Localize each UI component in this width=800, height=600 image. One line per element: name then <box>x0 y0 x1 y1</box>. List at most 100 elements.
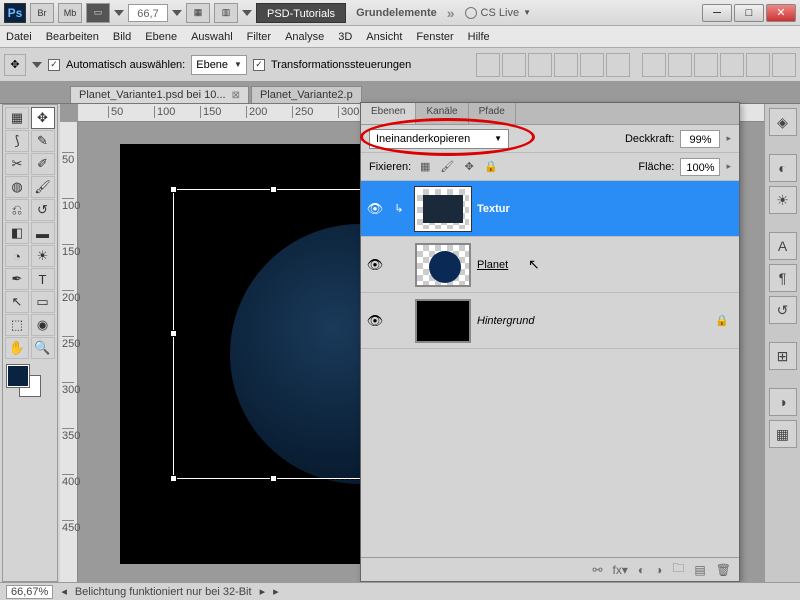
opacity-field[interactable]: 99% <box>680 130 720 148</box>
swatch-dock-icon[interactable]: ▦ <box>769 420 797 448</box>
align-button[interactable] <box>606 53 630 77</box>
adjust-dock-icon[interactable]: ☀ <box>769 186 797 214</box>
transform-handle[interactable] <box>170 475 177 482</box>
visibility-icon[interactable]: 👁 <box>361 313 389 329</box>
lock-transparent-icon[interactable]: ▦ <box>417 159 433 175</box>
paragraph-dock-icon[interactable]: ¶ <box>769 264 797 292</box>
new-layer-icon[interactable]: ▤ <box>694 563 705 577</box>
arrange-button[interactable]: ▥ <box>214 3 238 23</box>
color-dock-icon[interactable]: ◐ <box>769 154 797 182</box>
menu-filter[interactable]: Filter <box>247 31 271 43</box>
distribute-button[interactable] <box>668 53 692 77</box>
minimize-button[interactable]: ─ <box>702 4 732 22</box>
delete-icon[interactable]: 🗑 <box>716 563 731 577</box>
distribute-button[interactable] <box>720 53 744 77</box>
eraser-tool[interactable]: ◧ <box>5 222 29 244</box>
layer-thumbnail[interactable] <box>415 243 471 287</box>
minibridge-button[interactable]: Mb <box>58 3 82 23</box>
menu-ebene[interactable]: Ebene <box>145 31 177 43</box>
menu-datei[interactable]: Datei <box>6 31 32 43</box>
nav-dock-icon[interactable]: ⊞ <box>769 342 797 370</box>
eyedropper-tool[interactable]: ✐ <box>31 153 55 175</box>
transform-handle[interactable] <box>270 186 277 193</box>
char-dock-icon[interactable]: A <box>769 232 797 260</box>
path-tool[interactable]: ↖ <box>5 291 29 313</box>
visibility-icon[interactable]: 👁 <box>361 201 389 217</box>
dropdown-icon[interactable] <box>242 10 252 16</box>
crop-tool[interactable]: ✂ <box>5 153 29 175</box>
visibility-icon[interactable]: 👁 <box>361 257 389 273</box>
tab-ebenen[interactable]: Ebenen <box>361 103 416 124</box>
lock-all-icon[interactable]: 🔒 <box>483 159 499 175</box>
close-icon[interactable]: ⊠ <box>232 90 240 101</box>
transform-bounding-box[interactable] <box>173 189 373 479</box>
blend-mode-combo[interactable]: Ineinanderkopieren ▼ <box>369 129 509 149</box>
healing-tool[interactable]: ◍ <box>5 176 29 198</box>
pen-tool[interactable]: ✒ <box>5 268 29 290</box>
view-extras-button[interactable]: ▦ <box>186 3 210 23</box>
hand-tool[interactable]: ✋ <box>5 337 29 359</box>
layer-thumbnail[interactable] <box>415 299 471 343</box>
gradient-tool[interactable]: ▬ <box>31 222 55 244</box>
maximize-button[interactable]: □ <box>734 4 764 22</box>
type-tool[interactable]: T <box>31 268 55 290</box>
menu-3d[interactable]: 3D <box>338 31 352 43</box>
menu-fenster[interactable]: Fenster <box>416 31 453 43</box>
transform-handle[interactable] <box>270 475 277 482</box>
auto-select-checkbox[interactable]: ✓ <box>48 59 60 71</box>
distribute-button[interactable] <box>746 53 770 77</box>
screen-mode-button[interactable]: ▭ <box>86 3 110 23</box>
status-nav-icon[interactable]: ▸ <box>260 585 266 598</box>
align-button[interactable] <box>528 53 552 77</box>
menu-bearbeiten[interactable]: Bearbeiten <box>46 31 99 43</box>
align-button[interactable] <box>502 53 526 77</box>
marquee-tool[interactable]: ✥ <box>31 107 55 129</box>
layer-name[interactable]: Planet <box>477 259 508 271</box>
stamp-tool[interactable]: ⎌ <box>5 199 29 221</box>
move-tool[interactable]: ▦ <box>5 107 29 129</box>
menu-auswahl[interactable]: Auswahl <box>191 31 233 43</box>
adjustment-icon[interactable]: ◑ <box>655 563 662 577</box>
layer-row[interactable]: 👁 Planet <box>361 237 739 293</box>
layer-row[interactable]: 👁 ↳ Textur <box>361 181 739 237</box>
lock-position-icon[interactable]: ✥ <box>461 159 477 175</box>
menu-ansicht[interactable]: Ansicht <box>366 31 402 43</box>
tab-pfade[interactable]: Pfade <box>469 103 516 124</box>
transform-handle[interactable] <box>170 330 177 337</box>
align-button[interactable] <box>554 53 578 77</box>
align-button[interactable] <box>580 53 604 77</box>
transform-handle[interactable] <box>170 186 177 193</box>
status-menu-icon[interactable]: ▸ <box>273 585 279 598</box>
distribute-button[interactable] <box>772 53 796 77</box>
cs-live-button[interactable]: CS Live ▼ <box>459 7 537 19</box>
color-swatches[interactable] <box>5 365 55 401</box>
zoom-field[interactable]: 66,7 <box>128 4 168 22</box>
tab-kanaele[interactable]: Kanäle <box>416 103 468 124</box>
lock-pixels-icon[interactable]: 🖌 <box>439 159 455 175</box>
close-button[interactable]: ✕ <box>766 4 796 22</box>
layers-dock-icon[interactable]: ◈ <box>769 108 797 136</box>
link-icon[interactable]: ⚯ <box>592 563 602 577</box>
brush-tool[interactable]: 🖌 <box>31 176 55 198</box>
zoom-tool[interactable]: 🔍 <box>31 337 55 359</box>
menu-hilfe[interactable]: Hilfe <box>468 31 490 43</box>
group-icon[interactable]: 🗀 <box>672 559 684 580</box>
workspace-button[interactable]: PSD-Tutorials <box>256 3 346 23</box>
fx-icon[interactable]: fx▾ <box>613 563 628 577</box>
dropdown-icon[interactable] <box>32 62 42 68</box>
lasso-tool[interactable]: ⟆ <box>5 130 29 152</box>
chevron-right-icon[interactable]: » <box>447 5 455 21</box>
mask-icon[interactable]: ◐ <box>638 563 645 577</box>
foreground-color[interactable] <box>7 365 29 387</box>
history-dock-icon[interactable]: ↺ <box>769 296 797 324</box>
history-brush-tool[interactable]: ↺ <box>31 199 55 221</box>
layer-thumbnail[interactable] <box>415 187 471 231</box>
info-dock-icon[interactable]: ◑ <box>769 388 797 416</box>
3d-camera-tool[interactable]: ◉ <box>31 314 55 336</box>
fill-field[interactable]: 100% <box>680 158 720 176</box>
status-zoom[interactable]: 66,67% <box>6 585 53 599</box>
dropdown-icon[interactable] <box>114 10 124 16</box>
document-tab[interactable]: Planet_Variante2.p <box>251 86 362 103</box>
transform-checkbox[interactable]: ✓ <box>253 59 265 71</box>
3d-tool[interactable]: ⬚ <box>5 314 29 336</box>
